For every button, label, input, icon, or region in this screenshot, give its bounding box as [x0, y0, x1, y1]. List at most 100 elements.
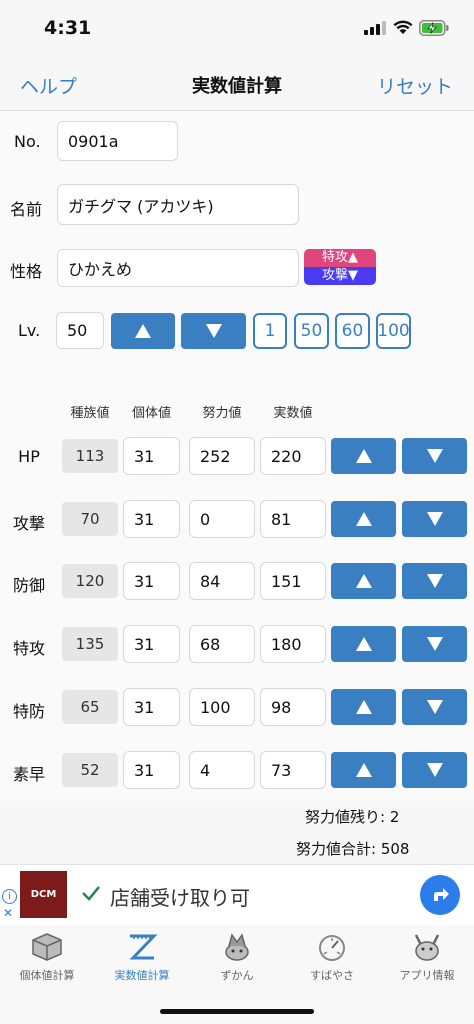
- level-down-button[interactable]: [181, 313, 246, 349]
- stat-down-button[interactable]: [402, 563, 467, 599]
- base-stat-value: 52: [62, 753, 118, 787]
- level-preset-100[interactable]: 100: [376, 313, 411, 349]
- actual-stat-field[interactable]: 180: [260, 625, 326, 663]
- stat-up-button[interactable]: [331, 501, 396, 537]
- header-actual-stat: 実数値: [273, 406, 313, 421]
- arrow-down-icon: [426, 512, 443, 526]
- actual-stat-field[interactable]: 73: [260, 751, 326, 789]
- reset-button[interactable]: リセット: [377, 72, 453, 99]
- ev-field[interactable]: 252: [189, 437, 255, 475]
- base-stat-value: 113: [62, 439, 118, 473]
- tab-pokedex[interactable]: ずかん: [190, 925, 284, 985]
- ev-field[interactable]: 100: [189, 688, 255, 726]
- header-iv: 個体値: [131, 406, 171, 421]
- arrow-down-icon: [426, 763, 443, 777]
- arrow-up-icon: [355, 763, 372, 777]
- level-up-button[interactable]: [111, 313, 175, 349]
- stat-name: 素早: [12, 765, 45, 784]
- tab-label: 個体値計算: [19, 969, 75, 982]
- ad-info-icon[interactable]: i: [2, 889, 17, 904]
- arrow-down-icon: [426, 574, 443, 588]
- directions-icon[interactable]: [420, 875, 460, 915]
- ev-remaining: 努力値残り: 2: [305, 808, 400, 826]
- tab-iv-calc[interactable]: 個体値計算: [0, 925, 94, 985]
- checkmark-icon: [82, 886, 100, 901]
- navigation-bar: ヘルプ 実数値計算 リセット: [0, 60, 474, 111]
- ev-field[interactable]: 84: [189, 562, 255, 600]
- tab-speed[interactable]: すばやさ: [285, 925, 379, 985]
- stat-down-button[interactable]: [402, 626, 467, 662]
- ev-field[interactable]: 0: [189, 500, 255, 538]
- arrow-up-icon: [135, 324, 151, 338]
- ad-logo: DCM: [20, 871, 67, 918]
- iv-field[interactable]: 31: [123, 500, 180, 538]
- stat-up-button[interactable]: [331, 626, 396, 662]
- stat-name: 防御: [12, 576, 45, 595]
- ad-close-icon[interactable]: ✕: [3, 906, 13, 920]
- tab-label: 実数値計算: [114, 969, 170, 982]
- base-stat-value: 120: [62, 564, 118, 598]
- arrow-up-icon: [355, 700, 372, 714]
- iv-field[interactable]: 31: [123, 437, 180, 475]
- arrow-up-icon: [355, 449, 372, 463]
- stat-down-button[interactable]: [402, 501, 467, 537]
- base-stat-value: 70: [62, 502, 118, 536]
- cube-icon: [32, 933, 62, 961]
- arrow-down-icon: [205, 324, 222, 338]
- level-preset-60[interactable]: 60: [335, 313, 370, 349]
- level-preset-1[interactable]: 1: [253, 313, 287, 349]
- level-label: Lv.: [18, 321, 41, 340]
- ad-banner[interactable]: i ✕ DCM 店舗受け取り可: [0, 864, 474, 926]
- pikachu-icon: [414, 934, 440, 961]
- stat-down-button[interactable]: [402, 438, 467, 474]
- tab-app-info[interactable]: アプリ情報: [380, 925, 474, 985]
- actual-stat-field[interactable]: 220: [260, 437, 326, 475]
- actual-stat-field[interactable]: 81: [260, 500, 326, 538]
- ev-total: 努力値合計: 508: [296, 840, 410, 858]
- status-time: 4:31: [44, 17, 92, 39]
- number-field[interactable]: 0901a: [57, 121, 178, 161]
- actual-stat-field[interactable]: 151: [260, 562, 326, 600]
- iv-field[interactable]: 31: [123, 562, 180, 600]
- level-preset-50[interactable]: 50: [294, 313, 329, 349]
- nature-effect-badge: 特攻▲ 攻撃▼: [304, 249, 376, 285]
- ruler-z-icon: [129, 934, 158, 960]
- iv-field[interactable]: 31: [123, 751, 180, 789]
- tab-actual-calc[interactable]: 実数値計算: [95, 925, 189, 985]
- level-field[interactable]: 50: [56, 312, 104, 349]
- tab-bar: 個体値計算 実数値計算 ずかん すばやさ アプリ情報: [0, 925, 474, 1024]
- nature-label: 性格: [10, 262, 43, 281]
- ev-field[interactable]: 4: [189, 751, 255, 789]
- nature-field[interactable]: ひかえめ: [57, 249, 299, 287]
- battery-charging-icon: [419, 20, 449, 36]
- stat-up-button[interactable]: [331, 689, 396, 725]
- signal-icon: [364, 21, 386, 35]
- tab-label: アプリ情報: [399, 969, 455, 982]
- ev-field[interactable]: 68: [189, 625, 255, 663]
- status-bar: 4:31: [0, 0, 474, 60]
- iv-field[interactable]: 31: [123, 625, 180, 663]
- header-base-stat: 種族値: [70, 406, 110, 421]
- arrow-up-icon: [355, 637, 372, 651]
- arrow-down-icon: [426, 700, 443, 714]
- actual-stat-field[interactable]: 98: [260, 688, 326, 726]
- name-label: 名前: [10, 200, 43, 219]
- help-button[interactable]: ヘルプ: [20, 72, 77, 99]
- stat-up-button[interactable]: [331, 438, 396, 474]
- home-indicator: [160, 1009, 314, 1014]
- arrow-down-icon: [426, 449, 443, 463]
- stat-down-button[interactable]: [402, 689, 467, 725]
- iv-field[interactable]: 31: [123, 688, 180, 726]
- stat-down-button[interactable]: [402, 752, 467, 788]
- arrow-up-icon: [355, 574, 372, 588]
- base-stat-value: 65: [62, 690, 118, 724]
- tab-label: すばやさ: [310, 969, 354, 982]
- nature-up-label: 特攻▲: [304, 249, 376, 267]
- speedometer-icon: [319, 935, 345, 961]
- stat-up-button[interactable]: [331, 563, 396, 599]
- stat-name: 攻撃: [12, 514, 45, 533]
- ad-text: 店舗受け取り可: [110, 886, 250, 910]
- stat-up-button[interactable]: [331, 752, 396, 788]
- tab-label: ずかん: [220, 969, 254, 982]
- name-field[interactable]: ガチグマ (アカツキ): [57, 184, 299, 225]
